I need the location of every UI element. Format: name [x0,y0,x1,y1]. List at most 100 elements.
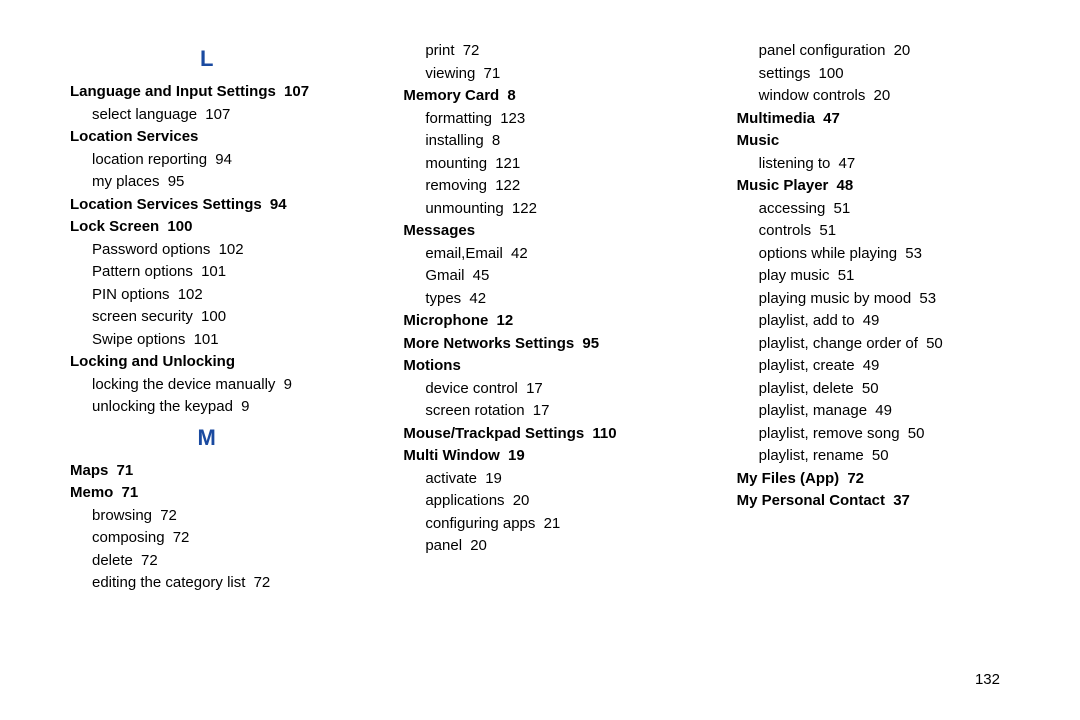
index-heading-label: My Personal Contact [737,492,885,509]
index-subentry: settings 100 [759,63,1010,86]
index-page-ref: 49 [863,312,880,329]
index-subentry-label: screen rotation [425,402,524,419]
index-page-ref: 107 [284,83,309,100]
index-page-ref: 47 [839,155,856,172]
index-subentry: locking the device manually 9 [92,374,343,397]
index-heading-label: Locking and Unlocking [70,353,235,370]
index-page-ref: 12 [497,312,514,329]
index-subentry-label: controls [759,222,812,239]
index-subentry: device control 17 [425,378,676,401]
index-subentry: editing the category list 72 [92,572,343,595]
index-page-ref: 42 [469,290,486,307]
index-subentry: playlist, change order of 50 [759,333,1010,356]
index-page-ref: 20 [513,492,530,509]
index-page-ref: 102 [219,241,244,258]
index-heading-label: My Files (App) [737,470,840,487]
index-subentry: composing 72 [92,527,343,550]
index-heading: Mouse/Trackpad Settings 110 [403,423,676,446]
index-subentry: options while playing 53 [759,243,1010,266]
index-page-ref: 50 [908,425,925,442]
index-subentry-label: play music [759,267,830,284]
index-subentry-label: accessing [759,200,826,217]
index-page-ref: 71 [122,484,139,501]
index-subentry-label: mounting [425,155,487,172]
index-subentry: activate 19 [425,468,676,491]
index-page-ref: 122 [512,200,537,217]
index-heading-label: Music Player [737,177,829,194]
index-subentry: select language 107 [92,104,343,127]
index-subentry: delete 72 [92,550,343,573]
index-heading-label: Mouse/Trackpad Settings [403,425,584,442]
index-subentry: email,Email 42 [425,243,676,266]
index-page-ref: 53 [919,290,936,307]
index-subentry: listening to 47 [759,153,1010,176]
index-subentry: playlist, manage 49 [759,400,1010,423]
index-subentry: playing music by mood 53 [759,288,1010,311]
index-subentry: print 72 [425,40,676,63]
index-subentry: unlocking the keypad 9 [92,396,343,419]
index-columns: LLanguage and Input Settings 107select l… [70,40,1010,595]
index-heading: Locking and Unlocking [70,351,343,374]
index-page-ref: 72 [254,574,271,591]
index-page-ref: 50 [872,447,889,464]
index-page-ref: 72 [463,42,480,59]
index-subentry-label: Gmail [425,267,464,284]
index-page-ref: 100 [201,308,226,325]
index-subentry-label: Password options [92,241,210,258]
index-page-ref: 51 [838,267,855,284]
index-section-letter: M [70,421,343,454]
index-subentry-label: location reporting [92,151,207,168]
index-subentry-label: composing [92,529,165,546]
index-page-ref: 49 [863,357,880,374]
index-subentry: accessing 51 [759,198,1010,221]
index-page-ref: 100 [819,65,844,82]
index-page-ref: 107 [205,106,230,123]
index-page-ref: 48 [837,177,854,194]
index-page-ref: 72 [160,507,177,524]
index-page-ref: 122 [495,177,520,194]
index-subentry-label: playlist, change order of [759,335,918,352]
index-heading: Location Services Settings 94 [70,194,343,217]
index-subentry: configuring apps 21 [425,513,676,536]
index-heading: Messages [403,220,676,243]
index-page-ref: 72 [847,470,864,487]
index-subentry-label: device control [425,380,518,397]
index-heading-label: Music [737,132,780,149]
index-subentry: PIN options 102 [92,284,343,307]
index-section-letter: L [70,42,343,75]
index-subentry: playlist, add to 49 [759,310,1010,333]
index-subentry-label: installing [425,132,483,149]
index-page-ref: 19 [508,447,525,464]
index-heading: Memo 71 [70,482,343,505]
index-page-ref: 17 [533,402,550,419]
index-subentry: mounting 121 [425,153,676,176]
index-column-3: panel configuration 20settings 100window… [737,40,1010,595]
index-subentry: Gmail 45 [425,265,676,288]
index-page: LLanguage and Input Settings 107select l… [0,0,1080,720]
index-heading-label: Language and Input Settings [70,83,276,100]
index-page-ref: 20 [894,42,911,59]
index-page-ref: 51 [819,222,836,239]
index-subentry-label: Pattern options [92,263,193,280]
index-column-2: print 72viewing 71Memory Card 8formattin… [403,40,676,595]
index-page-ref: 17 [526,380,543,397]
index-subentry: Password options 102 [92,239,343,262]
index-heading: My Personal Contact 37 [737,490,1010,513]
index-heading-label: Location Services [70,128,198,145]
index-heading: Multi Window 19 [403,445,676,468]
index-subentry-label: unmounting [425,200,503,217]
index-page-ref: 21 [544,515,561,532]
index-heading-label: Memory Card [403,87,499,104]
index-subentry-label: print [425,42,454,59]
index-heading-label: Location Services Settings [70,196,262,213]
index-heading: Maps 71 [70,460,343,483]
index-subentry: playlist, delete 50 [759,378,1010,401]
index-subentry-label: delete [92,552,133,569]
index-subentry: playlist, remove song 50 [759,423,1010,446]
index-subentry: unmounting 122 [425,198,676,221]
index-subentry-label: panel [425,537,462,554]
index-letter-text: M [198,425,216,450]
index-subentry-label: viewing [425,65,475,82]
index-page-ref: 19 [485,470,502,487]
index-subentry-label: playlist, create [759,357,855,374]
